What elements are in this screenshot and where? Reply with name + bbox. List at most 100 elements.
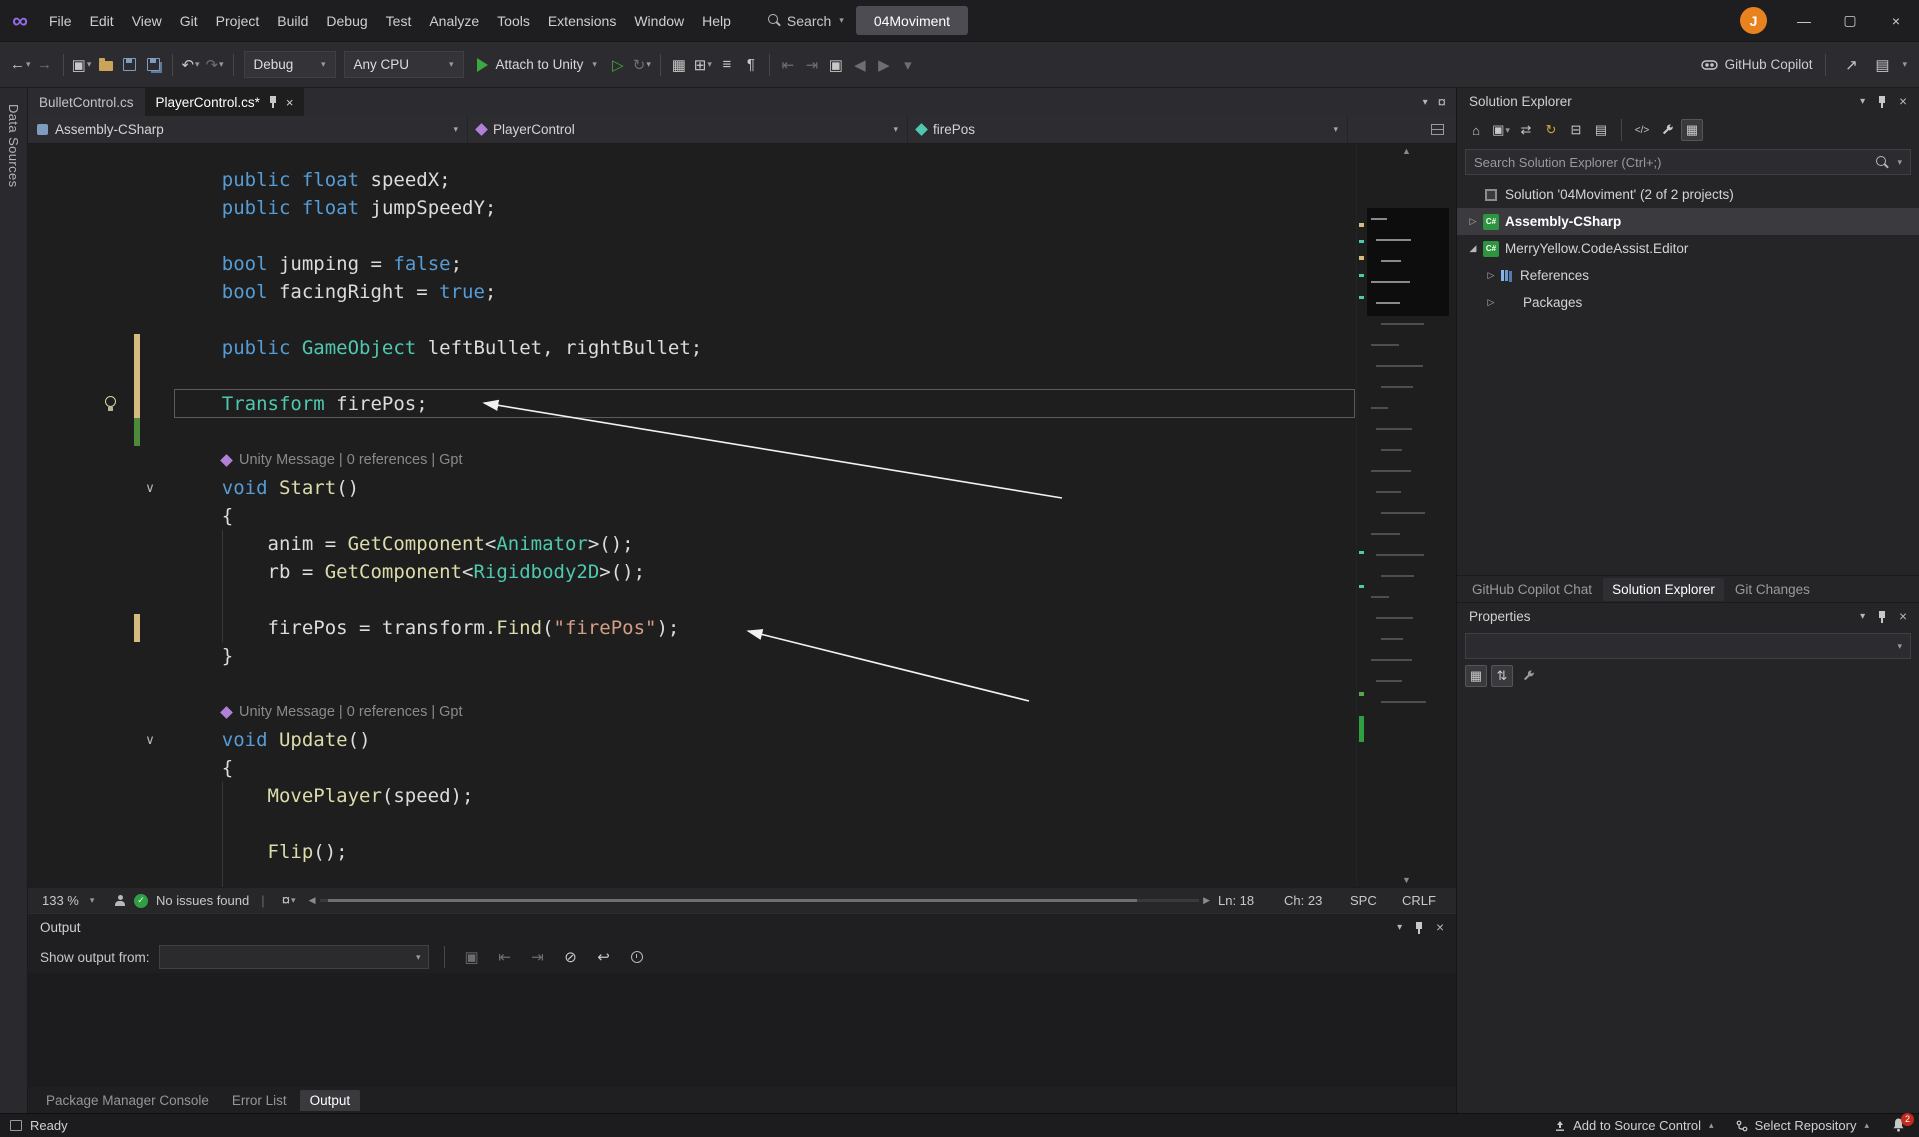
search-box[interactable]: Search ▾ <box>756 6 856 36</box>
code-line-14[interactable]: anim = GetComponent<Animator>(); <box>176 530 1356 558</box>
properties-content[interactable] <box>1457 690 1919 1113</box>
save-button[interactable] <box>118 51 142 79</box>
window-menu-icon[interactable]: ▾ <box>1397 922 1402 933</box>
code-line-1[interactable]: public float speedX; <box>176 166 1356 194</box>
code-line-19[interactable] <box>176 670 1356 698</box>
open-folder-button[interactable] <box>94 51 118 79</box>
solution-explorer-header[interactable]: Solution Explorer ▾ × <box>1457 88 1919 115</box>
scroll-down-icon[interactable]: ▼ <box>1357 875 1456 885</box>
split-window-icon[interactable] <box>1431 124 1444 135</box>
close-icon[interactable]: × <box>1436 920 1444 935</box>
collapse-region-icon[interactable]: ∨ <box>140 474 160 502</box>
tree-item-assembly-csharp[interactable]: ▷C#Assembly-CSharp <box>1457 208 1919 235</box>
clear-output-button[interactable]: ⊘ <box>559 943 583 971</box>
spaces-indicator[interactable]: SPC <box>1350 893 1394 908</box>
switch-views-button[interactable]: ▣▾ <box>1490 119 1512 141</box>
code-line-5[interactable]: bool facingRight = true; <box>176 278 1356 306</box>
code-line-11[interactable]: Unity Message | 0 references | Gpt <box>176 446 1356 474</box>
code-line-25[interactable]: Flip(); <box>176 838 1356 866</box>
code-line-17[interactable]: firePos = transform.Find("firePos"); <box>176 614 1356 642</box>
scrollbar-thumb[interactable] <box>328 899 1137 902</box>
menu-window[interactable]: Window <box>625 0 693 41</box>
feedback-button[interactable]: ▤ <box>1870 51 1894 79</box>
alphabetical-button[interactable]: ⇅ <box>1491 665 1513 687</box>
solution-configuration-dropdown[interactable]: Debug▾ <box>244 51 336 78</box>
tab-playercontrol-cs-[interactable]: PlayerControl.cs*× <box>145 88 305 116</box>
menu-extensions[interactable]: Extensions <box>539 0 625 41</box>
menu-edit[interactable]: Edit <box>81 0 123 41</box>
redo-button[interactable]: ↷▾ <box>203 51 227 79</box>
collapse-all-button[interactable]: ⊟ <box>1565 119 1587 141</box>
breadcrumb-assembly-csharp[interactable]: Assembly-CSharp▾ <box>28 116 468 143</box>
data-sources-side-tab[interactable]: Data Sources <box>6 104 21 188</box>
menu-debug[interactable]: Debug <box>317 0 376 41</box>
solution-platform-dropdown[interactable]: Any CPU▾ <box>344 51 464 78</box>
tool-tab-github-copilot-chat[interactable]: GitHub Copilot Chat <box>1463 578 1601 601</box>
tool-tab-solution-explorer[interactable]: Solution Explorer <box>1603 578 1724 601</box>
breadcrumb-firepos[interactable]: firePos▾ <box>908 116 1348 143</box>
tree-item-references[interactable]: ▷References <box>1457 262 1919 289</box>
collapse-region-icon[interactable]: ∨ <box>140 726 160 754</box>
code-line-8[interactable] <box>176 362 1356 390</box>
code-line-20[interactable]: Unity Message | 0 references | Gpt <box>176 698 1356 726</box>
properties-header[interactable]: Properties ▾ × <box>1457 603 1919 630</box>
panel-tab-output[interactable]: Output <box>300 1090 361 1111</box>
hot-reload-button[interactable]: ↻▾ <box>630 51 654 79</box>
code-line-21[interactable]: void Update() <box>176 726 1356 754</box>
pin-icon[interactable] <box>1877 96 1887 108</box>
navigate-back-button[interactable]: ←▾ <box>8 51 33 79</box>
scroll-up-icon[interactable]: ▲ <box>1357 146 1456 156</box>
tree-item-solution--04moviment---2-of-2-projects-[interactable]: Solution '04Moviment' (2 of 2 projects) <box>1457 181 1919 208</box>
find-message-button[interactable]: ▣ <box>460 943 484 971</box>
lightbulb-icon[interactable] <box>102 396 118 412</box>
github-copilot-button[interactable]: GitHub Copilot ↗ ▤ ▾ <box>1701 51 1911 79</box>
expander-icon[interactable]: ▷ <box>1483 297 1499 308</box>
sync-with-active-document-button[interactable]: ⇄ <box>1515 119 1537 141</box>
minimize-button[interactable]: — <box>1781 0 1827 42</box>
expander-icon[interactable]: ▷ <box>1465 216 1481 227</box>
close-icon[interactable]: × <box>286 95 294 110</box>
indent-decrease-button[interactable]: ⇤ <box>776 51 800 79</box>
code-line-7[interactable]: public GameObject leftBullet, rightBulle… <box>176 334 1356 362</box>
window-menu-icon[interactable]: ▾ <box>1860 96 1865 107</box>
show-whitespace-button[interactable]: ¶ <box>739 51 763 79</box>
code-line-3[interactable] <box>176 222 1356 250</box>
notifications-button[interactable]: 2 <box>1891 1117 1909 1135</box>
find-in-files-button[interactable]: ▦ <box>667 51 691 79</box>
timestamp-button[interactable] <box>625 943 649 971</box>
code-line-22[interactable]: { <box>176 754 1356 782</box>
code-line-18[interactable]: } <box>176 642 1356 670</box>
line-indicator[interactable]: Ln: 18 <box>1218 893 1276 908</box>
output-content[interactable] <box>28 973 1456 1087</box>
menu-tools[interactable]: Tools <box>488 0 539 41</box>
code-map-button[interactable]: ⊞▾ <box>691 51 715 79</box>
zoom-dropdown[interactable]: 133 %▾ <box>36 893 106 908</box>
restore-button[interactable]: ▢ <box>1827 0 1873 42</box>
code-cleanup-button[interactable]: ¤▾ <box>277 891 301 911</box>
properties-object-dropdown[interactable]: ▾ <box>1465 633 1911 659</box>
code-line-13[interactable]: { <box>176 502 1356 530</box>
refresh-button[interactable]: ↻ <box>1540 119 1562 141</box>
close-button[interactable]: × <box>1873 0 1919 42</box>
preview-selected-items-button[interactable]: ▦ <box>1681 119 1703 141</box>
next-message-button[interactable]: ⇥ <box>526 943 550 971</box>
minimap-viewport[interactable] <box>1367 208 1449 316</box>
tab-bulletcontrol-cs[interactable]: BulletControl.cs <box>28 88 145 116</box>
toggle-bookmark-button[interactable]: ▣ <box>824 51 848 79</box>
active-files-dropdown-icon[interactable]: ▾ <box>1423 97 1428 108</box>
next-bookmark-button[interactable]: ▶ <box>872 51 896 79</box>
scrollbar-track[interactable] <box>320 899 1200 902</box>
background-tasks-icon[interactable] <box>10 1120 22 1131</box>
previous-message-button[interactable]: ⇤ <box>493 943 517 971</box>
indent-increase-button[interactable]: ⇥ <box>800 51 824 79</box>
menu-help[interactable]: Help <box>693 0 740 41</box>
menu-test[interactable]: Test <box>377 0 421 41</box>
close-icon[interactable]: × <box>1899 609 1907 624</box>
add-to-source-control-button[interactable]: Add to Source Control ▴ <box>1554 1118 1713 1133</box>
select-repository-button[interactable]: Select Repository ▴ <box>1736 1118 1869 1133</box>
home-button[interactable]: ⌂ <box>1465 119 1487 141</box>
accessibility-icon[interactable] <box>114 895 126 907</box>
properties-button[interactable] <box>1656 119 1678 141</box>
menu-build[interactable]: Build <box>268 0 317 41</box>
code-line-6[interactable] <box>176 306 1356 334</box>
